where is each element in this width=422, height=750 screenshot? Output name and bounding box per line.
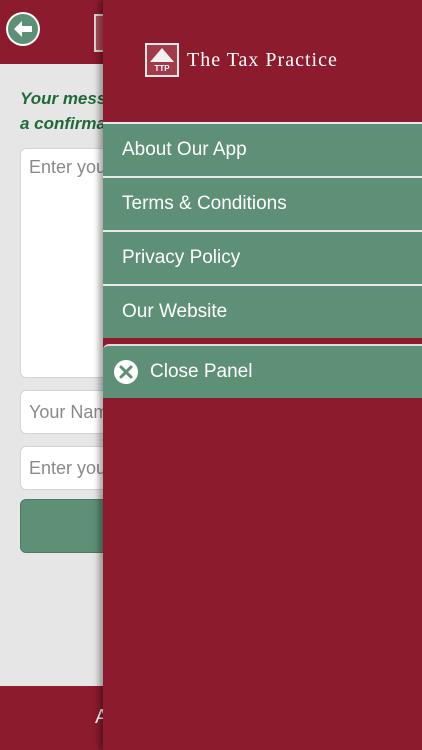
logo-initials: TTP xyxy=(154,64,170,73)
logo-mark-icon: TTP xyxy=(145,43,179,77)
brand-logo: TTP The Tax Practice xyxy=(145,43,338,77)
logo-text: The Tax Practice xyxy=(187,48,338,71)
close-icon xyxy=(114,360,138,384)
menu-item-label: About Our App xyxy=(122,139,247,160)
menu-item-label: Privacy Policy xyxy=(122,247,241,268)
menu-item-website[interactable]: Our Website xyxy=(103,284,422,338)
menu-item-label: Terms & Conditions xyxy=(122,193,287,214)
menu-item-privacy[interactable]: Privacy Policy xyxy=(103,230,422,284)
close-panel-label: Close Panel xyxy=(150,361,253,382)
menu-item-about[interactable]: About Our App xyxy=(103,122,422,176)
menu-item-terms[interactable]: Terms & Conditions xyxy=(103,176,422,230)
menu-item-label: Our Website xyxy=(122,301,228,322)
back-button[interactable] xyxy=(6,12,40,46)
side-panel: TTP The Tax Practice About Our App Terms… xyxy=(103,0,422,750)
close-panel-button[interactable]: Close Panel xyxy=(103,344,422,398)
back-arrow-icon xyxy=(8,14,38,44)
